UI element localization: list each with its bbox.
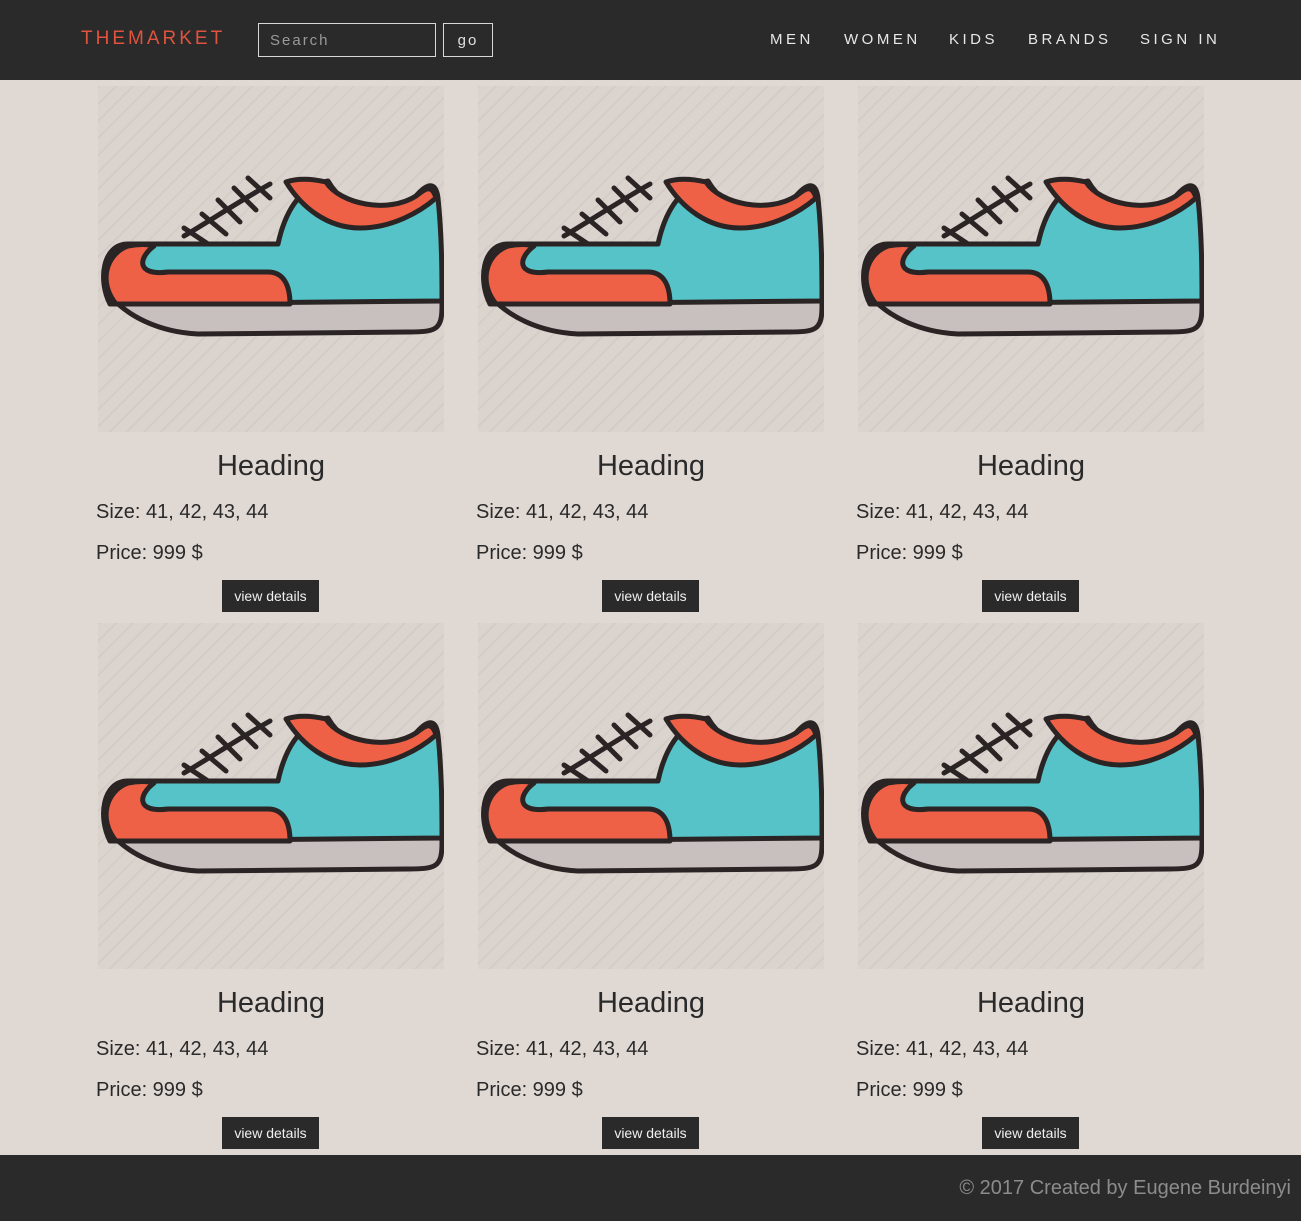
nav-link-men[interactable]: MEN bbox=[770, 31, 814, 48]
search-go-button[interactable]: go bbox=[443, 23, 493, 57]
product-size: Size: 41, 42, 43, 44 bbox=[96, 1038, 269, 1060]
nav-link-kids[interactable]: KIDS bbox=[949, 31, 998, 48]
product-price: Price: 999 $ bbox=[96, 1079, 203, 1101]
product-size: Size: 41, 42, 43, 44 bbox=[856, 1038, 1029, 1060]
product-size: Size: 41, 42, 43, 44 bbox=[476, 501, 649, 523]
product-image[interactable] bbox=[858, 623, 1204, 969]
product-heading: Heading bbox=[216, 450, 326, 482]
logo[interactable]: THEMARKET bbox=[81, 28, 225, 50]
site-header: THEMARKET go MEN WOMEN KIDS BRANDS SIGN … bbox=[0, 0, 1301, 80]
product-heading: Heading bbox=[976, 987, 1086, 1019]
product-image[interactable] bbox=[478, 623, 824, 969]
product-size: Size: 41, 42, 43, 44 bbox=[96, 501, 269, 523]
nav-link-sign-in[interactable]: SIGN IN bbox=[1140, 31, 1220, 48]
view-details-button[interactable]: view details bbox=[602, 580, 699, 612]
product-heading: Heading bbox=[596, 987, 706, 1019]
product-size: Size: 41, 42, 43, 44 bbox=[856, 501, 1029, 523]
product-image[interactable] bbox=[858, 86, 1204, 432]
product-image[interactable] bbox=[98, 86, 444, 432]
nav-link-brands[interactable]: BRANDS bbox=[1028, 31, 1112, 48]
view-details-button[interactable]: view details bbox=[982, 1117, 1079, 1149]
search-input[interactable] bbox=[258, 23, 436, 57]
product-size: Size: 41, 42, 43, 44 bbox=[476, 1038, 649, 1060]
copyright-text: © 2017 Created by Eugene Burdeinyi bbox=[959, 1177, 1291, 1199]
product-price: Price: 999 $ bbox=[96, 542, 203, 564]
view-details-button[interactable]: view details bbox=[602, 1117, 699, 1149]
product-heading: Heading bbox=[976, 450, 1086, 482]
product-image[interactable] bbox=[98, 623, 444, 969]
view-details-button[interactable]: view details bbox=[222, 1117, 319, 1149]
view-details-button[interactable]: view details bbox=[982, 580, 1079, 612]
view-details-button[interactable]: view details bbox=[222, 580, 319, 612]
product-price: Price: 999 $ bbox=[856, 1079, 963, 1101]
product-price: Price: 999 $ bbox=[476, 1079, 583, 1101]
product-heading: Heading bbox=[596, 450, 706, 482]
product-image[interactable] bbox=[478, 86, 824, 432]
site-footer: © 2017 Created by Eugene Burdeinyi bbox=[0, 1155, 1301, 1221]
product-heading: Heading bbox=[216, 987, 326, 1019]
product-price: Price: 999 $ bbox=[476, 542, 583, 564]
nav-link-women[interactable]: WOMEN bbox=[844, 31, 921, 48]
product-price: Price: 999 $ bbox=[856, 542, 963, 564]
